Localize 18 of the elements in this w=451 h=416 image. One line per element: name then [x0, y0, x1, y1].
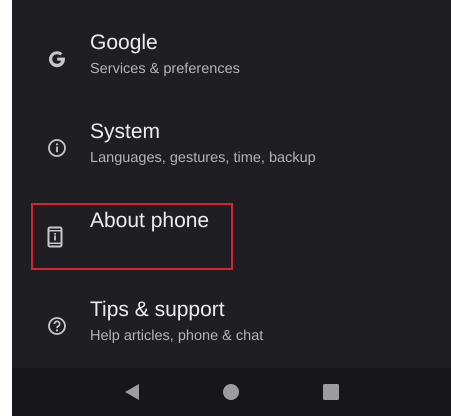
help-icon [47, 316, 67, 336]
item-subtitle: Help articles, phone & chat [90, 327, 264, 346]
item-title: Google [90, 30, 159, 56]
highlight-frame[interactable]: About phone [31, 203, 233, 270]
item-subtitle: Languages, gestures, time, backup [90, 149, 316, 168]
settings-item[interactable]: Tips & support Help articles, phone & chat [31, 292, 282, 359]
home-circle-icon [223, 384, 240, 400]
info-icon [47, 138, 67, 158]
back-triangle-icon [124, 383, 140, 401]
settings-item[interactable]: System Languages, gestures, time, backup [31, 114, 334, 181]
google-g-icon [47, 48, 67, 68]
item-subtitle: Services & preferences [90, 60, 240, 79]
item-title: System [90, 119, 162, 145]
item-title: About phone [90, 208, 210, 234]
item-title: Tips & support [90, 297, 226, 323]
recents-square-icon [323, 384, 340, 400]
settings-item[interactable]: Google Services & preferences [31, 25, 258, 92]
phone-info-icon [47, 226, 63, 248]
